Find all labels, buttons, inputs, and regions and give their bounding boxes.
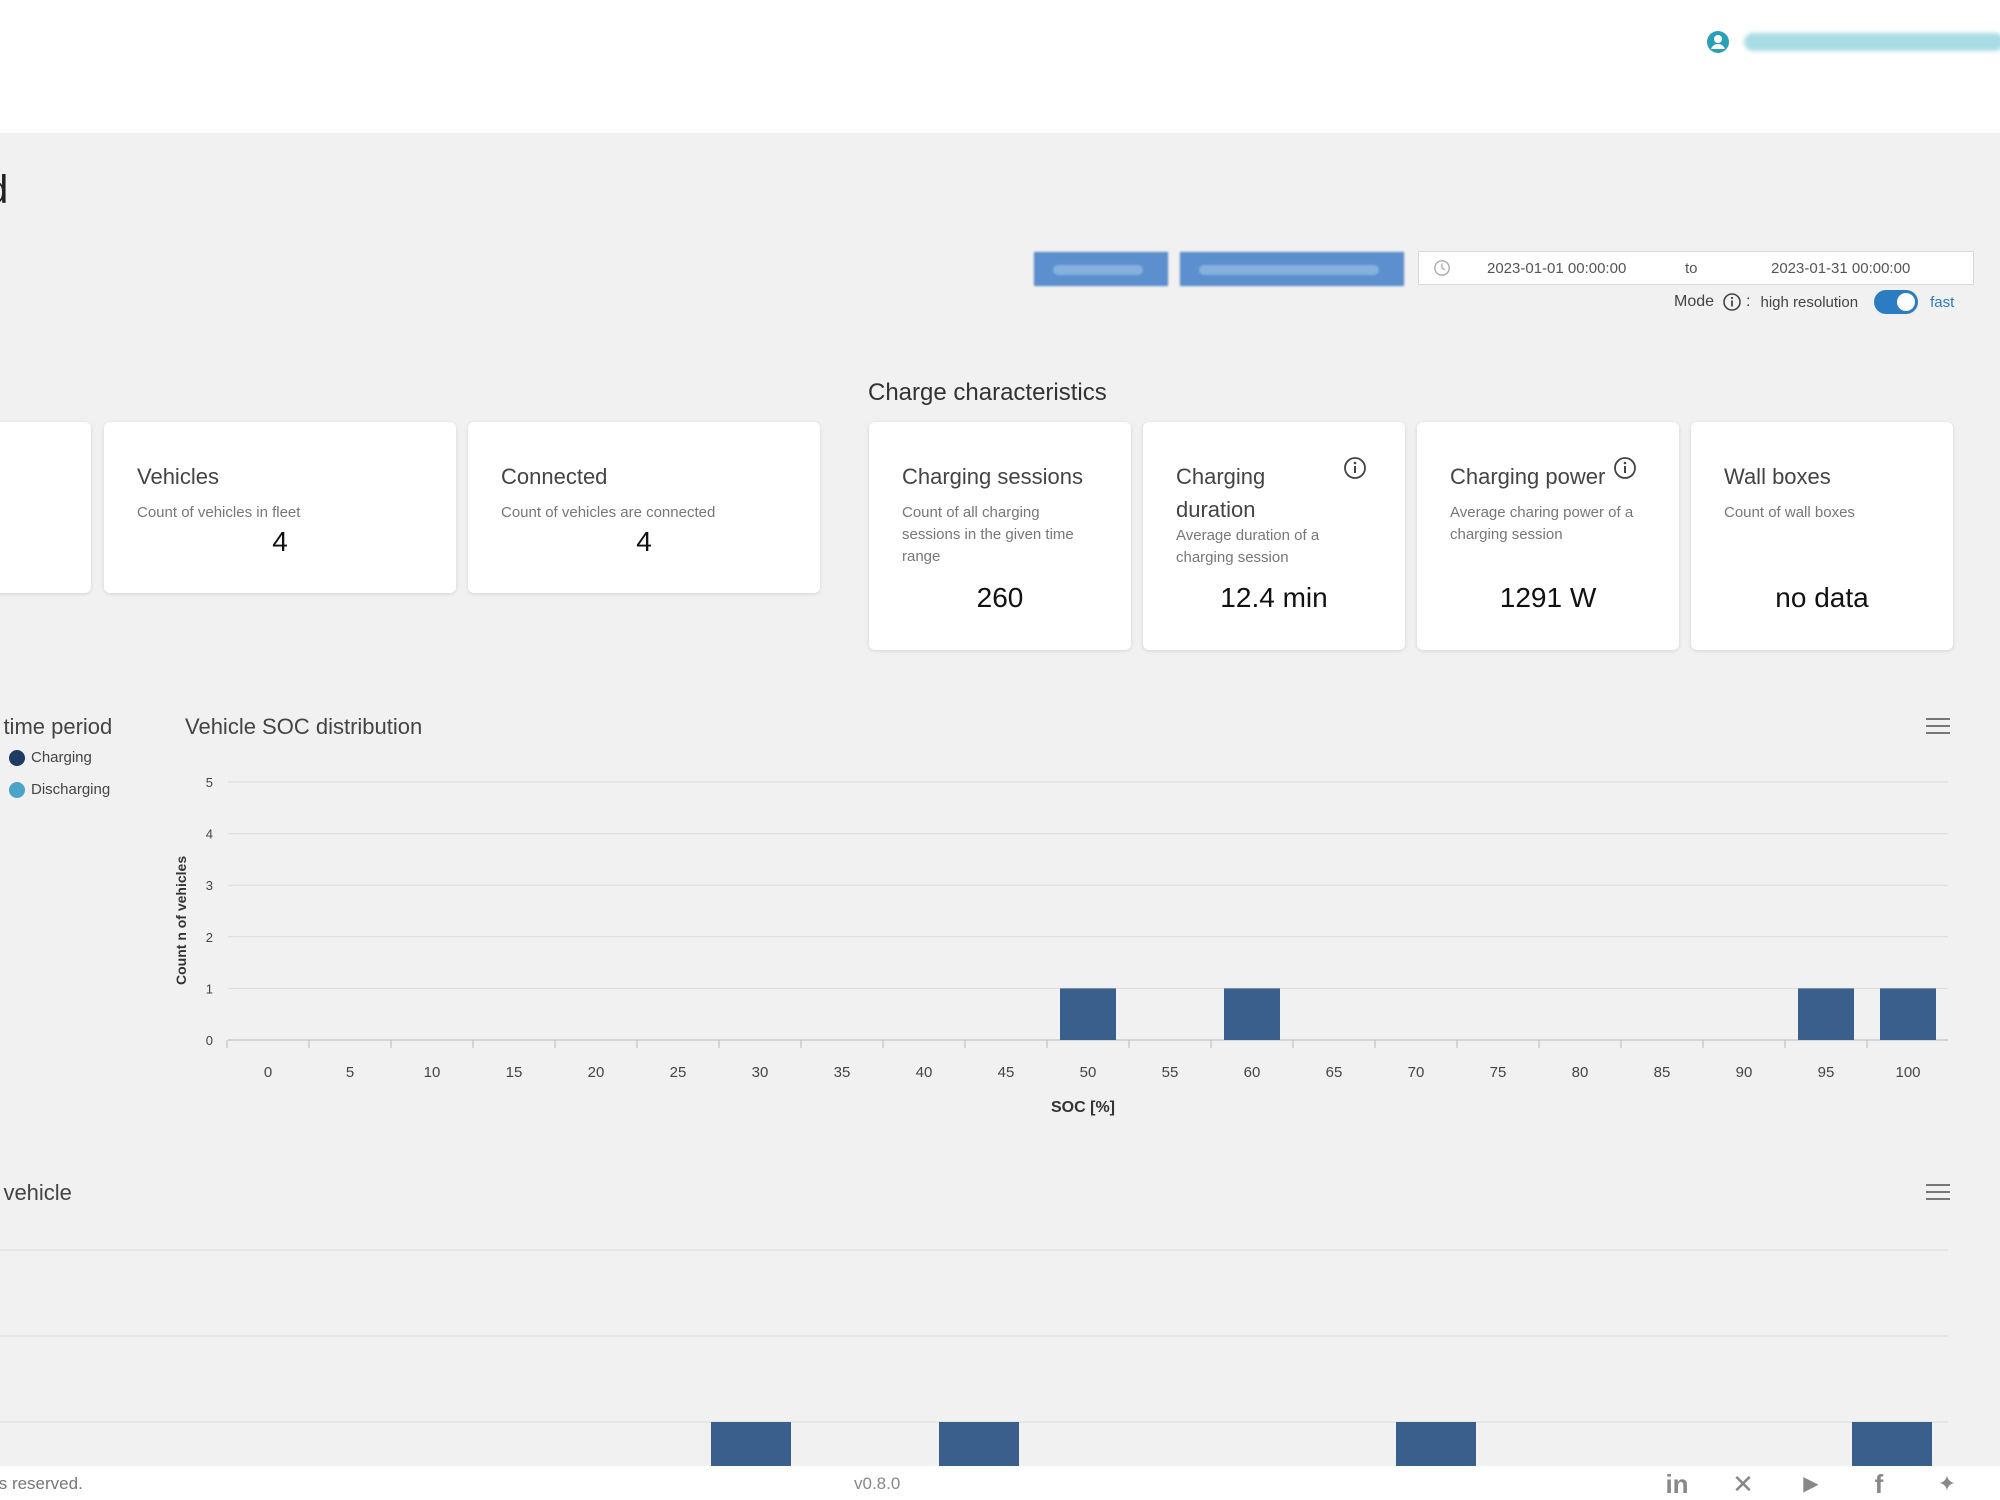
y-tick-label: 2: [206, 930, 213, 945]
per-vehicle-chart-title: r vehicle: [0, 1180, 72, 1205]
x-tick-label: 100: [1895, 1064, 1920, 1081]
per-vehicle-chart: [0, 1249, 1948, 1466]
x-tick-label: 75: [1490, 1064, 1507, 1081]
chart-bar: [711, 1422, 791, 1466]
y-tick-label: 1: [206, 981, 213, 996]
x-tick-label: 65: [1326, 1064, 1343, 1081]
x-tick-label: 80: [1572, 1064, 1589, 1081]
chart-bar: [1224, 988, 1280, 1040]
chart-bar: [939, 1422, 1019, 1466]
y-tick-label: 3: [206, 878, 213, 893]
x-tick-label: 50: [1080, 1064, 1097, 1081]
x-tick-label: 25: [670, 1064, 687, 1081]
x-tick-label: 95: [1818, 1064, 1835, 1081]
chart-bar: [1852, 1422, 1932, 1466]
x-tick-label: 0: [264, 1064, 272, 1081]
chart-bar: [1880, 988, 1936, 1040]
y-tick-label: 4: [206, 827, 213, 842]
x-tick-label: 40: [916, 1064, 933, 1081]
x-tick-label: 70: [1408, 1064, 1425, 1081]
x-tick-label: 35: [834, 1064, 851, 1081]
copyright-text: ts reserved.: [0, 1474, 83, 1493]
x-tick-label: 20: [588, 1064, 605, 1081]
x-tick-label: 60: [1244, 1064, 1261, 1081]
x-tick-label: 30: [752, 1064, 769, 1081]
y-tick-label: 0: [206, 1033, 213, 1048]
linkedin-icon[interactable]: in: [1662, 1470, 1692, 1498]
chart-bar: [1798, 988, 1854, 1040]
x-tick-label: 5: [346, 1064, 354, 1081]
version-text: v0.8.0: [854, 1474, 901, 1493]
youtube-icon[interactable]: ▶: [1796, 1470, 1826, 1498]
xing-icon[interactable]: ✕: [1728, 1470, 1758, 1498]
twitter-icon[interactable]: ✦: [1932, 1470, 1962, 1498]
facebook-icon[interactable]: f: [1864, 1470, 1894, 1498]
x-tick-label: 55: [1162, 1064, 1179, 1081]
chart-menu-icon[interactable]: [1926, 1184, 1950, 1202]
x-tick-label: 90: [1736, 1064, 1753, 1081]
chart-bar: [1060, 988, 1116, 1040]
x-tick-label: 10: [424, 1064, 441, 1081]
footer: ts reserved. v0.8.0 in ✕ ▶ f ✦: [0, 1466, 2000, 1500]
y-tick-label: 5: [206, 775, 213, 790]
x-tick-label: 45: [998, 1064, 1015, 1081]
chart-bar: [1396, 1422, 1476, 1466]
x-tick-label: 85: [1654, 1064, 1671, 1081]
x-tick-label: 15: [506, 1064, 523, 1081]
